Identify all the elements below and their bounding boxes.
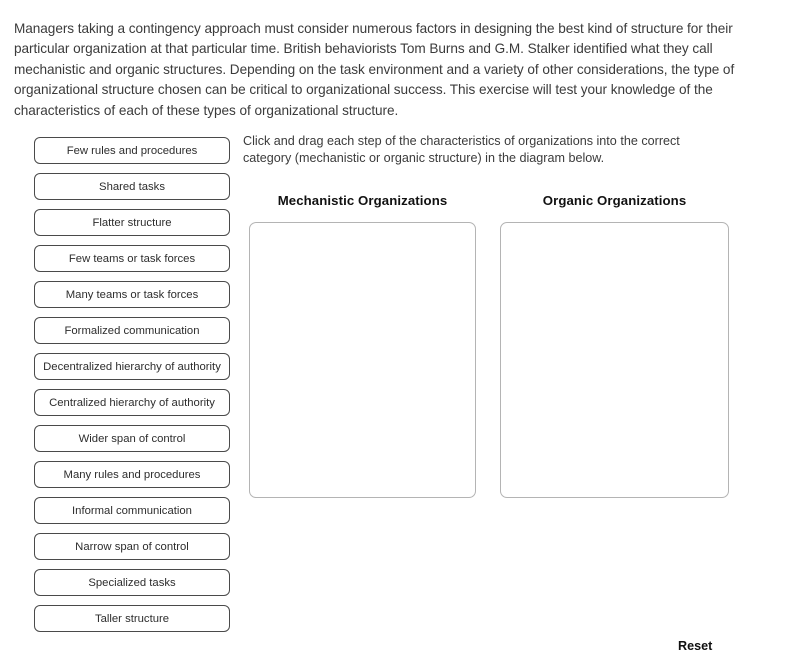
drag-item[interactable]: Flatter structure bbox=[34, 209, 230, 236]
drag-item[interactable]: Few rules and procedures bbox=[34, 137, 230, 164]
drag-item[interactable]: Informal communication bbox=[34, 497, 230, 524]
instructions-text: Click and drag each step of the characte… bbox=[243, 133, 680, 165]
drag-item[interactable]: Many rules and procedures bbox=[34, 461, 230, 488]
drag-item[interactable]: Few teams or task forces bbox=[34, 245, 230, 272]
drag-item[interactable]: Wider span of control bbox=[34, 425, 230, 452]
organic-drop-zone[interactable] bbox=[500, 222, 729, 498]
drag-items-column: Few rules and procedures Shared tasks Flat… bbox=[34, 137, 230, 632]
mechanistic-drop-zone-list[interactable] bbox=[250, 223, 475, 497]
drag-item[interactable]: Decentralized hierarchy of authority bbox=[34, 353, 230, 380]
intro-paragraph: Managers taking a contingency approach m… bbox=[14, 20, 735, 118]
drag-item[interactable]: Taller structure bbox=[34, 605, 230, 632]
drag-item[interactable]: Centralized hierarchy of authority bbox=[34, 389, 230, 416]
mechanistic-organizations-heading: Mechanistic Organizations bbox=[277, 193, 448, 208]
organic-organizations-heading: Organic Organizations bbox=[542, 193, 687, 208]
drag-item[interactable]: Narrow span of control bbox=[34, 533, 230, 560]
reset-button[interactable]: Reset bbox=[678, 639, 712, 653]
mechanistic-drop-zone[interactable] bbox=[249, 222, 476, 498]
drag-item[interactable]: Many teams or task forces bbox=[34, 281, 230, 308]
drag-item[interactable]: Specialized tasks bbox=[34, 569, 230, 596]
drag-item[interactable]: Formalized communication bbox=[34, 317, 230, 344]
organic-drop-zone-list[interactable] bbox=[501, 223, 728, 497]
drag-item[interactable]: Shared tasks bbox=[34, 173, 230, 200]
